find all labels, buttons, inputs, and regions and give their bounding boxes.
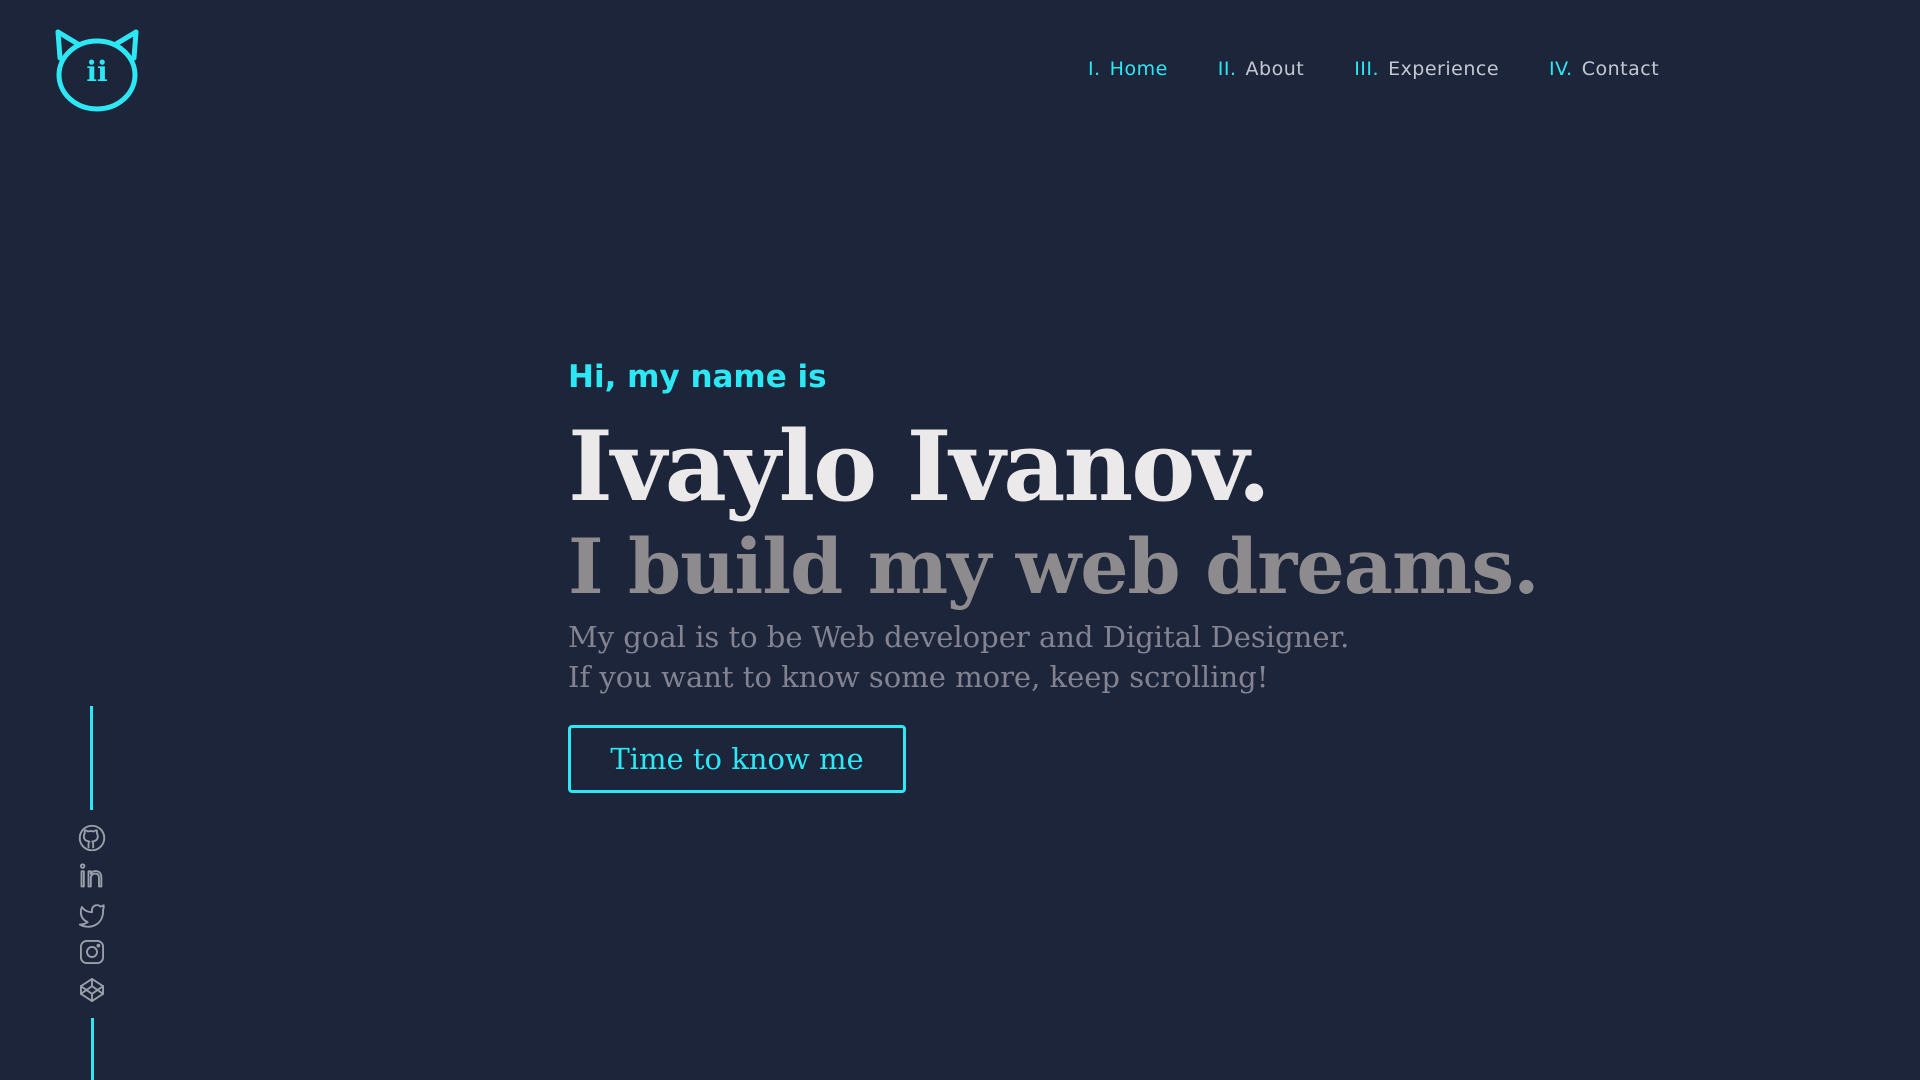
hero-description: My goal is to be Web developer and Digit… [568, 617, 1568, 697]
nav-item-about[interactable]: II. About [1218, 58, 1304, 80]
hero-section: Hi, my name is Ivaylo Ivanov. I build my… [568, 362, 1568, 793]
github-icon[interactable] [78, 824, 106, 852]
nav-label: Experience [1388, 58, 1500, 80]
site-logo[interactable]: ii [52, 28, 142, 114]
time-to-know-me-button[interactable]: Time to know me [568, 725, 906, 793]
greeting: Hi, my name is [568, 359, 827, 395]
linkedin-icon[interactable] [78, 862, 106, 890]
hero-tagline: I build my web dreams. [568, 522, 1540, 611]
description-line-2: If you want to know some more, keep scro… [568, 660, 1269, 694]
nav-item-home[interactable]: I. Home [1088, 58, 1168, 80]
nav-item-experience[interactable]: III. Experience [1354, 58, 1499, 80]
sidebar-line-top [90, 706, 93, 810]
social-links [78, 824, 108, 1014]
nav-number: IV. [1549, 58, 1573, 80]
hero-name: Ivaylo Ivanov. [568, 410, 1271, 523]
main-nav: I. Home II. About III. Experience IV. Co… [1088, 58, 1709, 80]
sidebar-line-bottom [91, 1018, 94, 1080]
twitter-icon[interactable] [78, 900, 106, 928]
nav-number: I. [1088, 58, 1101, 80]
logo-text: ii [86, 55, 108, 88]
description-line-1: My goal is to be Web developer and Digit… [568, 620, 1350, 654]
nav-label: About [1245, 58, 1305, 80]
nav-item-contact[interactable]: IV. Contact [1549, 58, 1659, 80]
codepen-icon[interactable] [78, 976, 106, 1004]
instagram-icon[interactable] [78, 938, 106, 966]
nav-label: Home [1109, 58, 1168, 80]
nav-label: Contact [1581, 58, 1660, 80]
nav-number: II. [1217, 58, 1237, 80]
nav-number: III. [1354, 58, 1380, 80]
